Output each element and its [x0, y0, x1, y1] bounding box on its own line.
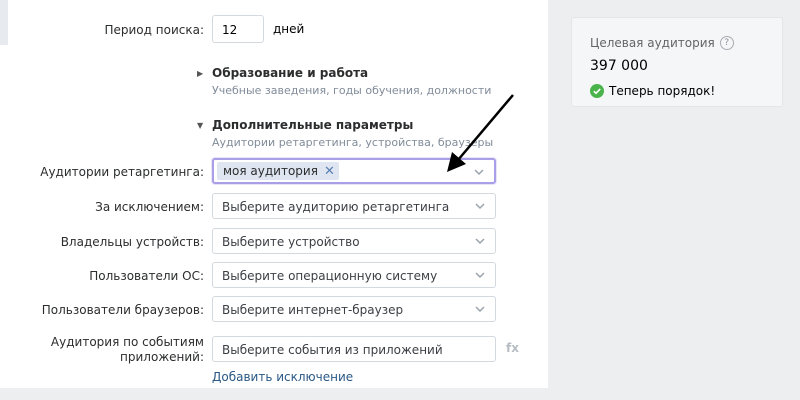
page: Период поиска: 12 дней ▶ Образование и р… — [0, 0, 800, 400]
annotation-arrow-icon — [447, 94, 514, 172]
